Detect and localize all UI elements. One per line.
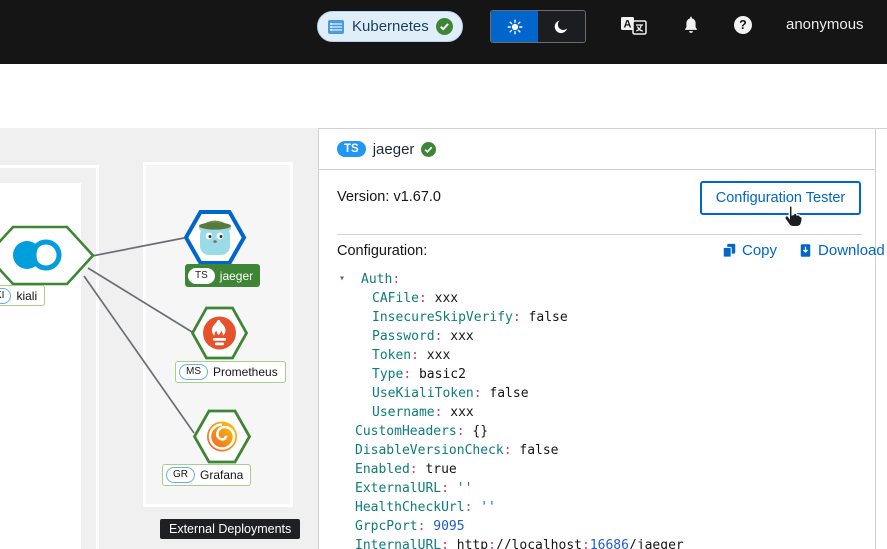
yaml-line: HealthCheckUrl: '' [337,498,867,517]
yaml-line: Type: basic2 [337,365,867,384]
yaml-line: DisableVersionCheck: false [337,441,867,460]
yaml-line: Password: xxx [337,327,867,346]
panel-scrollbar[interactable] [875,129,876,549]
language-icon: A [620,15,647,37]
node-label-jaeger[interactable]: TS jaeger [185,264,260,287]
sun-icon [506,18,524,36]
version-label: Version: [337,189,389,205]
tracing-badge: TS [337,141,366,157]
secondary-toolbar: ? Help Reset Last 1m Pause [0,64,887,128]
details-panel: TS jaeger Version: v1.67.0 Configuration… [318,128,887,549]
jaeger-mascot-icon [199,221,231,256]
yaml-line: InternalURL: http://localhost:16686/jaeg… [337,536,867,549]
theme-toggle [490,10,586,43]
notifications-button[interactable] [681,14,701,41]
hand-cursor-icon [781,203,805,231]
yaml-line: UseKialiToken: false [337,384,867,403]
version-row: Version: v1.67.0 [337,189,441,205]
node-label-prometheus[interactable]: MS Prometheus [175,361,286,383]
cluster-selector[interactable]: Kubernetes [317,11,463,42]
yaml-line: CustomHeaders: {} [337,422,867,441]
mesh-graph[interactable]: KI kiali TS jaeger [0,128,318,549]
language-button[interactable]: A [620,15,647,42]
prometheus-logo-icon [203,317,236,350]
external-deployments-label: External Deployments [160,519,300,539]
download-link[interactable]: Download [798,242,885,259]
node-label-grafana[interactable]: GR Grafana [162,464,251,486]
svg-text:?: ? [739,18,747,32]
kiali-logo-icon [13,241,59,269]
node-badge-jaeger: TS [188,268,215,284]
question-circle-icon: ? [733,15,753,35]
cluster-icon [327,19,345,35]
yaml-line: ▾Auth: [337,270,867,289]
node-label-kiali[interactable]: KI kiali [0,285,45,306]
divider [337,234,862,235]
config-code[interactable]: ▾Auth:CAFile: xxxInsecureSkipVerify: fal… [337,270,867,549]
node-kiali[interactable] [0,225,96,286]
panel-header: TS jaeger [319,129,875,170]
node-prometheus[interactable] [190,305,249,361]
node-badge-prometheus: MS [179,364,208,380]
node-jaeger[interactable] [183,209,247,266]
help-menu-button[interactable]: ? [733,15,753,40]
cluster-name: Kubernetes [352,18,429,35]
healthy-check-icon [421,142,436,157]
light-theme-button[interactable] [491,11,538,42]
yaml-line: Enabled: true [337,460,867,479]
dark-theme-button[interactable] [538,11,585,42]
node-badge-kiali: KI [0,288,11,304]
yaml-line: Token: xxx [337,346,867,365]
configuration-label: Configuration: [337,243,427,259]
svg-text:A: A [624,19,632,31]
yaml-line: Username: xxx [337,403,867,422]
bell-icon [681,14,701,36]
node-grafana[interactable] [192,408,252,465]
moon-icon [553,18,570,35]
download-icon [798,242,813,259]
user-menu[interactable]: anonymous [786,16,864,33]
yaml-line: GrpcPort: 9095 [337,517,867,536]
version-value: v1.67.0 [393,189,441,205]
panel-title[interactable]: jaeger [373,141,415,158]
copy-link[interactable]: Copy [721,242,777,259]
masthead: Kubernetes [0,0,887,64]
graph-edges [0,128,318,549]
configuration-actions: Copy Download [721,242,885,259]
yaml-line: ExternalURL: '' [337,479,867,498]
copy-icon [721,242,737,259]
yaml-line: CAFile: xxx [337,289,867,308]
yaml-line: InsecureSkipVerify: false [337,308,867,327]
grafana-logo-icon [207,422,237,452]
node-badge-grafana: GR [166,467,195,483]
fold-caret-icon[interactable]: ▾ [339,269,345,288]
kiali-mesh-page: Kubernetes [0,0,887,549]
cluster-healthy-check-icon [436,18,453,35]
